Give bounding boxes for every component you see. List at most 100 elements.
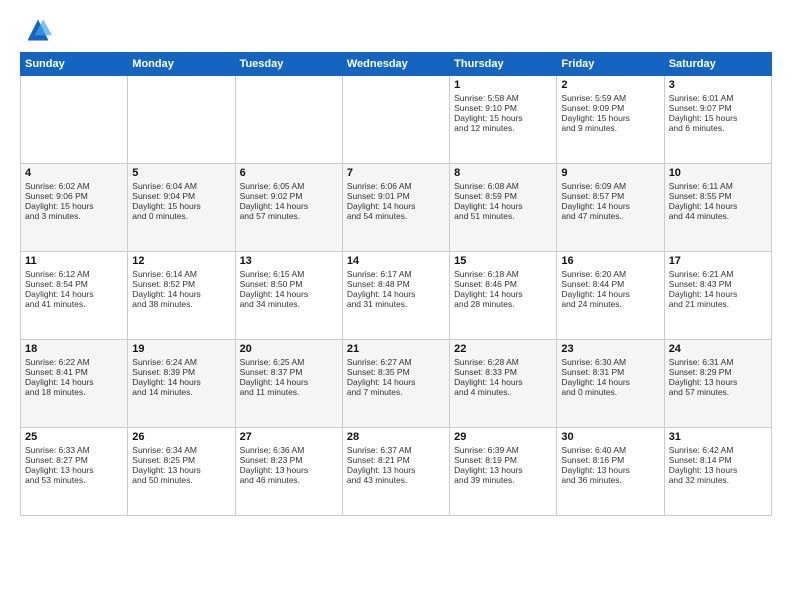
day-info: Sunset: 9:09 PM (561, 103, 659, 113)
day-info: Sunset: 8:31 PM (561, 367, 659, 377)
header-cell-tuesday: Tuesday (235, 53, 342, 76)
day-info: Sunset: 8:23 PM (240, 455, 338, 465)
day-info: Sunrise: 6:05 AM (240, 181, 338, 191)
day-info: Sunrise: 6:24 AM (132, 357, 230, 367)
day-info: Daylight: 14 hours (25, 377, 123, 387)
day-info: Sunset: 8:19 PM (454, 455, 552, 465)
day-cell: 3Sunrise: 6:01 AMSunset: 9:07 PMDaylight… (664, 76, 771, 164)
day-number: 11 (25, 255, 123, 267)
day-info: and 18 minutes. (25, 387, 123, 397)
day-number: 31 (669, 431, 767, 443)
day-info: Sunrise: 5:59 AM (561, 93, 659, 103)
day-info: Sunset: 8:43 PM (669, 279, 767, 289)
day-info: Sunset: 8:16 PM (561, 455, 659, 465)
day-info: Daylight: 15 hours (669, 113, 767, 123)
day-info: Daylight: 14 hours (347, 377, 445, 387)
day-info: Sunrise: 5:58 AM (454, 93, 552, 103)
day-info: Daylight: 14 hours (454, 289, 552, 299)
day-info: Sunrise: 6:01 AM (669, 93, 767, 103)
day-info: Daylight: 14 hours (132, 377, 230, 387)
day-cell: 29Sunrise: 6:39 AMSunset: 8:19 PMDayligh… (450, 428, 557, 516)
day-number: 25 (25, 431, 123, 443)
day-info: and 38 minutes. (132, 299, 230, 309)
day-info: Sunset: 8:25 PM (132, 455, 230, 465)
day-number: 9 (561, 167, 659, 179)
day-number: 14 (347, 255, 445, 267)
day-info: Sunset: 8:27 PM (25, 455, 123, 465)
day-cell: 6Sunrise: 6:05 AMSunset: 9:02 PMDaylight… (235, 164, 342, 252)
day-number: 12 (132, 255, 230, 267)
day-info: Daylight: 15 hours (25, 201, 123, 211)
day-cell: 15Sunrise: 6:18 AMSunset: 8:46 PMDayligh… (450, 252, 557, 340)
calendar-table: SundayMondayTuesdayWednesdayThursdayFrid… (20, 52, 772, 516)
day-number: 2 (561, 79, 659, 91)
day-info: Sunset: 8:33 PM (454, 367, 552, 377)
week-row-3: 11Sunrise: 6:12 AMSunset: 8:54 PMDayligh… (21, 252, 772, 340)
day-info: Sunrise: 6:20 AM (561, 269, 659, 279)
calendar-body: 1Sunrise: 5:58 AMSunset: 9:10 PMDaylight… (21, 76, 772, 516)
day-info: and 47 minutes. (561, 211, 659, 221)
day-info: Daylight: 15 hours (561, 113, 659, 123)
day-info: Daylight: 13 hours (240, 465, 338, 475)
week-row-4: 18Sunrise: 6:22 AMSunset: 8:41 PMDayligh… (21, 340, 772, 428)
day-info: and 31 minutes. (347, 299, 445, 309)
day-info: Sunrise: 6:15 AM (240, 269, 338, 279)
day-info: and 32 minutes. (669, 475, 767, 485)
day-cell: 28Sunrise: 6:37 AMSunset: 8:21 PMDayligh… (342, 428, 449, 516)
day-info: Daylight: 14 hours (240, 289, 338, 299)
day-info: Sunset: 8:54 PM (25, 279, 123, 289)
day-info: and 57 minutes. (669, 387, 767, 397)
day-number: 26 (132, 431, 230, 443)
day-info: Sunrise: 6:22 AM (25, 357, 123, 367)
day-number: 8 (454, 167, 552, 179)
day-cell (342, 76, 449, 164)
day-info: and 46 minutes. (240, 475, 338, 485)
day-number: 22 (454, 343, 552, 355)
day-info: Sunset: 8:44 PM (561, 279, 659, 289)
day-info: and 34 minutes. (240, 299, 338, 309)
day-info: and 11 minutes. (240, 387, 338, 397)
day-info: Sunset: 8:29 PM (669, 367, 767, 377)
day-info: Sunrise: 6:36 AM (240, 445, 338, 455)
day-number: 23 (561, 343, 659, 355)
day-info: Sunrise: 6:25 AM (240, 357, 338, 367)
day-number: 13 (240, 255, 338, 267)
day-cell: 2 Sunrise: 5:59 AMSunset: 9:09 PMDaylight… (557, 76, 664, 164)
day-info: and 0 minutes. (132, 211, 230, 221)
day-info: Daylight: 14 hours (454, 377, 552, 387)
day-info: Sunset: 9:07 PM (669, 103, 767, 113)
day-cell: 24Sunrise: 6:31 AMSunset: 8:29 PMDayligh… (664, 340, 771, 428)
day-info: and 0 minutes. (561, 387, 659, 397)
day-info: Sunrise: 6:18 AM (454, 269, 552, 279)
page: SundayMondayTuesdayWednesdayThursdayFrid… (0, 0, 792, 612)
day-number: 27 (240, 431, 338, 443)
day-number: 28 (347, 431, 445, 443)
day-cell: 30Sunrise: 6:40 AMSunset: 8:16 PMDayligh… (557, 428, 664, 516)
logo-icon (24, 16, 52, 44)
header-cell-monday: Monday (128, 53, 235, 76)
week-row-1: 1Sunrise: 5:58 AMSunset: 9:10 PMDaylight… (21, 76, 772, 164)
day-info: and 9 minutes. (561, 123, 659, 133)
day-info: Sunset: 8:59 PM (454, 191, 552, 201)
day-cell: 25Sunrise: 6:33 AMSunset: 8:27 PMDayligh… (21, 428, 128, 516)
day-info: Sunrise: 6:31 AM (669, 357, 767, 367)
calendar-header: SundayMondayTuesdayWednesdayThursdayFrid… (21, 53, 772, 76)
day-cell: 23Sunrise: 6:30 AMSunset: 8:31 PMDayligh… (557, 340, 664, 428)
day-info: Sunrise: 6:27 AM (347, 357, 445, 367)
day-info: Sunset: 8:39 PM (132, 367, 230, 377)
day-info: Sunrise: 6:09 AM (561, 181, 659, 191)
day-info: and 21 minutes. (669, 299, 767, 309)
day-info: Sunrise: 6:30 AM (561, 357, 659, 367)
day-cell: 5Sunrise: 6:04 AMSunset: 9:04 PMDaylight… (128, 164, 235, 252)
day-cell: 27 Sunrise: 6:36 AMSunset: 8:23 PMDayligh… (235, 428, 342, 516)
day-cell: 31Sunrise: 6:42 AMSunset: 8:14 PMDayligh… (664, 428, 771, 516)
day-info: Sunset: 8:35 PM (347, 367, 445, 377)
day-info: and 6 minutes. (669, 123, 767, 133)
day-info: and 41 minutes. (25, 299, 123, 309)
day-info: and 50 minutes. (132, 475, 230, 485)
day-cell: 21Sunrise: 6:27 AMSunset: 8:35 PMDayligh… (342, 340, 449, 428)
day-cell: 11Sunrise: 6:12 AMSunset: 8:54 PMDayligh… (21, 252, 128, 340)
day-cell (235, 76, 342, 164)
day-info: Daylight: 13 hours (669, 465, 767, 475)
day-info: Sunrise: 6:06 AM (347, 181, 445, 191)
